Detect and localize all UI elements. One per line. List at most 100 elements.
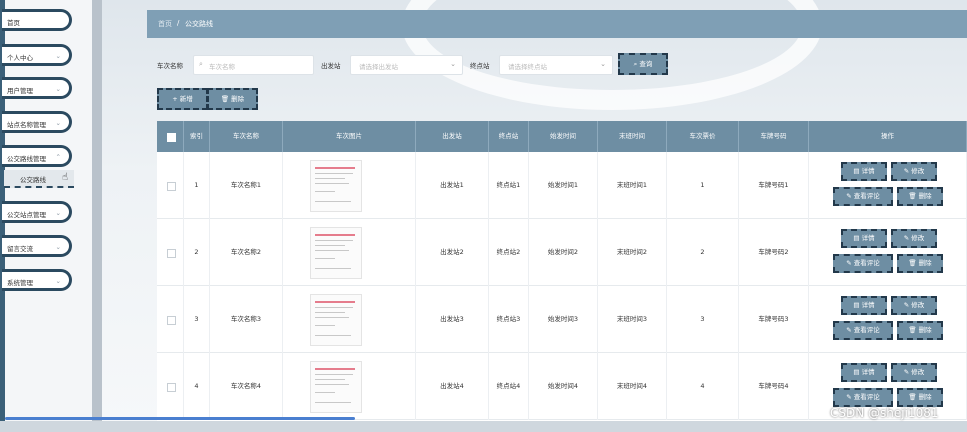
edit-label: 修改 [911,234,925,242]
column-header-end: 终点站 [489,121,529,152]
row-select[interactable] [157,286,184,353]
train-name-input[interactable]: ⌕ 车次名称 [193,55,314,75]
view-comments-button[interactable]: ✎ 查看评论 [833,187,893,206]
row-select[interactable] [157,353,184,420]
edit-label: 修改 [911,301,925,309]
edit-icon: ✎ [846,326,854,334]
cell-plate: 车牌号码4 [739,353,809,420]
cell-start: 出发站3 [416,286,489,353]
detail-button[interactable]: ▤ 详情 [841,162,887,181]
start-station-select[interactable]: 请选择出发站 ⌄ [350,55,463,75]
chevron-down-icon: ⌄ [55,52,61,60]
route-thumbnail [310,160,362,212]
delete-button[interactable]: 🗑 删除 [207,88,258,110]
route-thumbnail [310,294,362,346]
row-checkbox[interactable] [167,182,176,191]
column-header-last: 末班时间 [598,121,667,152]
row-delete-button[interactable]: 🗑 删除 [897,187,943,206]
end-station-select[interactable]: 请选择终点站 ⌄ [499,55,613,75]
horizontal-scrollbar[interactable] [5,417,355,420]
delete-button-label: 删除 [231,95,245,103]
add-button[interactable]: + 新增 [157,88,208,110]
cell-index: 4 [184,353,210,420]
start-station-label: 出发站 [321,62,341,70]
cell-end: 终点站4 [489,353,529,420]
cell-price: 3 [667,286,739,353]
table-row: 1 车次名称1 出发站1 终点站1 始发时间1 末班时间1 1 车牌号码1 ▤ … [157,152,967,219]
edit-label: 修改 [911,368,925,376]
sidebar-item-bus-stop-management[interactable]: 公交站点管理 ⌄ [2,201,72,223]
detail-label: 详情 [861,301,875,309]
sidebar-subitem-bus-route[interactable]: 公交路线 ☝ [4,170,74,188]
cell-name: 车次名称3 [210,286,283,353]
row-checkbox[interactable] [167,316,176,325]
breadcrumb-home[interactable]: 首页 [158,19,172,29]
cell-last: 末班时间3 [598,286,667,353]
edit-icon: ✎ [846,192,854,200]
route-thumbnail [310,361,362,413]
sidebar-item-label: 公交站点管理 [7,211,46,219]
view-comments-label: 查看评论 [853,192,880,200]
hand-cursor-icon: ☝ [62,172,69,183]
detail-label: 详情 [861,234,875,242]
sidebar-item-label: 首页 [7,19,20,27]
sidebar-item-message-board[interactable]: 留言交流 ⌄ [2,235,72,257]
view-comments-button[interactable]: ✎ 查看评论 [833,388,893,407]
row-delete-button[interactable]: 🗑 删除 [897,321,943,340]
sidebar-item-personal-center[interactable]: 个人中心 ⌄ [2,44,72,66]
sidebar-subitem-label: 公交路线 [20,176,46,184]
trash-icon: 🗑 [908,259,919,267]
select-all-checkbox[interactable] [167,133,176,142]
cell-index: 1 [184,152,210,219]
start-station-placeholder: 请选择出发站 [359,63,398,71]
edit-label: 修改 [911,167,925,175]
train-name-placeholder: 车次名称 [209,63,235,71]
delete-label: 删除 [918,259,932,267]
row-select[interactable] [157,152,184,219]
column-header-plate: 车牌号码 [739,121,809,152]
trash-icon: 🗑 [220,95,232,103]
view-comments-button[interactable]: ✎ 查看评论 [833,254,893,273]
sidebar-item-system-management[interactable]: 系统管理 ⌄ [2,269,72,291]
sidebar-item-user-management[interactable]: 用户管理 ⌄ [2,77,72,99]
document-icon: ▤ [853,234,862,242]
edit-icon: ✎ [846,393,854,401]
horizontal-scroll-track[interactable] [0,421,967,432]
cell-plate: 车牌号码1 [739,152,809,219]
row-delete-button[interactable]: 🗑 删除 [897,388,943,407]
sidebar-item-home[interactable]: 首页 [2,9,72,31]
sidebar-item-station-name-management[interactable]: 站点名称管理 ⌄ [2,111,72,133]
header-select-all[interactable] [157,121,184,152]
detail-button[interactable]: ▤ 详情 [841,363,887,382]
breadcrumb: 首页 / 公交路线 [147,10,967,38]
sidebar-item-label: 个人中心 [7,54,33,62]
chevron-down-icon: ⌄ [55,277,61,285]
breadcrumb-separator: / [177,19,180,27]
sidebar-item-label: 公交路线管理 [7,155,46,163]
edit-button[interactable]: ✎ 修改 [891,162,937,181]
cell-image [283,353,416,420]
edit-button[interactable]: ✎ 修改 [891,363,937,382]
sidebar-item-bus-route-management[interactable]: 公交路线管理 ⌃ [2,145,72,167]
detail-button[interactable]: ▤ 详情 [841,229,887,248]
column-header-name: 车次名称 [210,121,283,152]
chevron-up-icon: ⌃ [55,153,61,161]
end-station-label: 终点站 [470,62,490,70]
document-icon: ▤ [853,167,862,175]
query-button[interactable]: ⌕ 查询 [618,53,668,75]
watermark: CSDN @sheji1081 [830,406,939,420]
detail-button[interactable]: ▤ 详情 [841,296,887,315]
row-checkbox[interactable] [167,383,176,392]
row-checkbox[interactable] [167,249,176,258]
column-header-price: 车次票价 [667,121,739,152]
edit-button[interactable]: ✎ 修改 [891,296,937,315]
row-delete-button[interactable]: 🗑 删除 [897,254,943,273]
chevron-down-icon: ⌄ [600,60,606,68]
view-comments-label: 查看评论 [853,393,880,401]
row-select[interactable] [157,219,184,286]
column-header-start: 出发站 [416,121,489,152]
cell-name: 车次名称4 [210,353,283,420]
delete-label: 删除 [918,192,932,200]
edit-button[interactable]: ✎ 修改 [891,229,937,248]
view-comments-button[interactable]: ✎ 查看评论 [833,321,893,340]
